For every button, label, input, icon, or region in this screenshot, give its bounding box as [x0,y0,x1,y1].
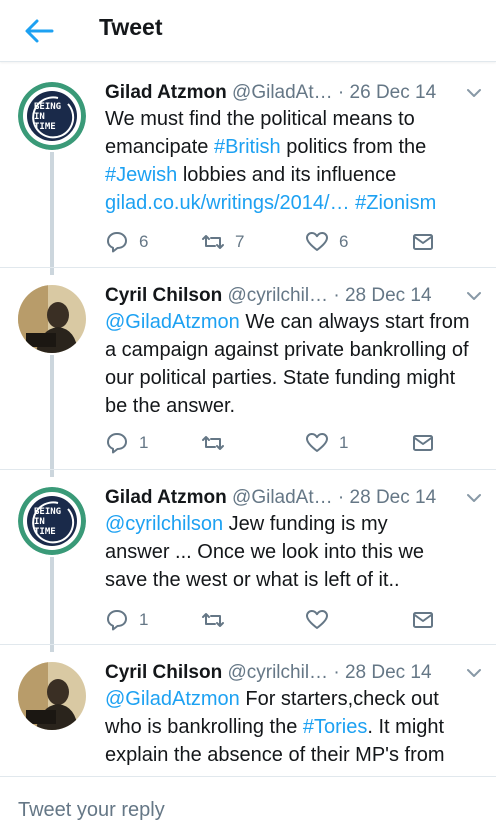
avatar-text: IN [34,517,45,527]
tweet-divider [0,267,496,268]
separator-dot: · [332,82,350,103]
author-name[interactable]: Gilad Atzmon [105,82,227,103]
tweet-link[interactable]: @GiladAtzmon [105,688,240,710]
reply-bubble-icon [107,232,127,253]
tweet-text: @GiladAtzmon We can always start from a … [105,308,477,420]
tweet-actions: 6 7 6 [105,227,445,257]
avatar-text: TIME [34,122,56,132]
like-button[interactable]: 6 [305,227,348,257]
direct-message-button[interactable] [411,227,435,257]
like-button[interactable] [305,605,329,635]
tweet-date[interactable]: 28 Dec 14 [345,285,432,306]
tweet-header: Cyril Chilson @cyrilchil… · 28 Dec 14 [105,281,485,311]
heart-icon [306,232,328,251]
retweet-button[interactable] [201,605,225,635]
retweet-icon [202,235,224,249]
avatar[interactable] [18,662,86,730]
reply-bubble-icon [107,610,127,631]
tweet-link[interactable]: #British [214,136,281,158]
tweet-link[interactable]: @cyrilchilson [105,513,223,535]
chevron-down-icon[interactable] [467,493,481,503]
tweet-date[interactable]: 28 Dec 14 [350,487,437,508]
retweet-button[interactable] [201,428,225,458]
profile-photo [18,285,86,353]
tweet-date[interactable]: 26 Dec 14 [350,82,437,103]
retweet-icon [202,436,224,450]
author-handle[interactable]: @cyrilchil… [227,662,328,683]
reply-button[interactable]: 6 [105,227,148,257]
tweet[interactable]: BEING IN TIME Gilad Atzmon @GiladAt… · 26 D… [0,78,496,281]
avatar[interactable]: BEING IN TIME [18,82,86,150]
author-handle[interactable]: @cyrilchil… [227,285,328,306]
separator-dot: · [332,487,350,508]
separator-dot: · [328,662,345,683]
tweet-link[interactable]: @GiladAtzmon [105,311,240,333]
tweet-divider [0,469,496,470]
tweet-header: Gilad Atzmon @GiladAt… · 28 Dec 14 [105,483,485,513]
like-button[interactable]: 1 [305,428,348,458]
reply-input[interactable] [18,795,478,825]
back-button[interactable] [22,16,56,46]
avatar-text: BEING [34,102,61,112]
envelope-icon [413,612,433,628]
separator-dot: · [328,285,345,306]
tweet-actions: 1 [105,605,445,635]
retweet-button[interactable]: 7 [201,227,244,257]
heart-icon [306,610,328,629]
avatar-text: BEING [34,507,61,517]
replies-count: 1 [139,433,149,452]
avatar-text: IN [34,112,45,122]
tweet-header: Cyril Chilson @cyrilchil… · 28 Dec 14 [105,658,485,688]
profile-photo [18,662,86,730]
tweet[interactable]: Cyril Chilson @cyrilchil… · 28 Dec 14 @Gi… [0,281,496,483]
chevron-down-icon[interactable] [467,291,481,301]
page-title: Tweet [99,14,163,40]
tweet-actions: 11 [105,428,445,458]
likes-count: 1 [339,433,349,452]
author-handle[interactable]: @GiladAt… [232,487,333,508]
tweet-header: Gilad Atzmon @GiladAt… · 26 Dec 14 [105,78,485,108]
author-name[interactable]: Cyril Chilson [105,285,222,306]
avatar[interactable] [18,285,86,353]
tweet-date[interactable]: 28 Dec 14 [345,662,432,683]
reply-bubble-icon [107,433,127,454]
heart-icon [306,433,328,452]
author-name[interactable]: Gilad Atzmon [105,487,227,508]
top-bar: Tweet [0,0,496,62]
tweet-link[interactable]: #Tories [303,716,367,738]
tweet-text: @GiladAtzmon For starters,check out who … [105,685,477,769]
tweet-text: @cyrilchilson Jew funding is my answer .… [105,510,455,594]
reply-button[interactable]: 1 [105,428,148,458]
likes-count: 6 [339,232,349,251]
direct-message-button[interactable] [411,428,435,458]
author-handle[interactable]: @GiladAt… [232,82,333,103]
chevron-down-icon[interactable] [467,88,481,98]
tweet-link[interactable]: #Jewish [105,164,177,186]
retweet-icon [202,613,224,627]
being-in-time-logo: BEINGINTIME [18,487,86,555]
being-in-time-logo: BEINGINTIME [18,82,86,150]
tweet-text-segment: lobbies and its influence [177,164,397,186]
envelope-icon [413,435,433,451]
avatar-text: TIME [34,527,56,537]
tweet-text: We must find the political means to eman… [105,105,455,217]
replies-count: 1 [139,610,149,629]
envelope-icon [413,234,433,250]
tweet-thread[interactable]: BEING IN TIME Gilad Atzmon @GiladAt… · 26 D… [0,63,496,775]
tweet-link[interactable]: #Zionism [355,192,436,214]
tweet-link[interactable]: gilad.co.uk/writings/2014/… [105,192,350,214]
author-name[interactable]: Cyril Chilson [105,662,222,683]
reply-bar [0,776,496,840]
retweets-count: 7 [235,232,245,251]
tweet[interactable]: Cyril Chilson @cyrilchil… · 28 Dec 14 @Gi… [0,658,496,775]
direct-message-button[interactable] [411,605,435,635]
avatar[interactable]: BEING IN TIME [18,487,86,555]
tweet-text-segment: politics from the [280,136,427,158]
tweet[interactable]: BEING IN TIME Gilad Atzmon @GiladAt… · 28 D… [0,483,496,658]
arrow-left-icon [25,19,54,43]
chevron-down-icon[interactable] [467,668,481,678]
tweet-divider [0,644,496,645]
reply-button[interactable]: 1 [105,605,148,635]
replies-count: 6 [139,232,149,251]
